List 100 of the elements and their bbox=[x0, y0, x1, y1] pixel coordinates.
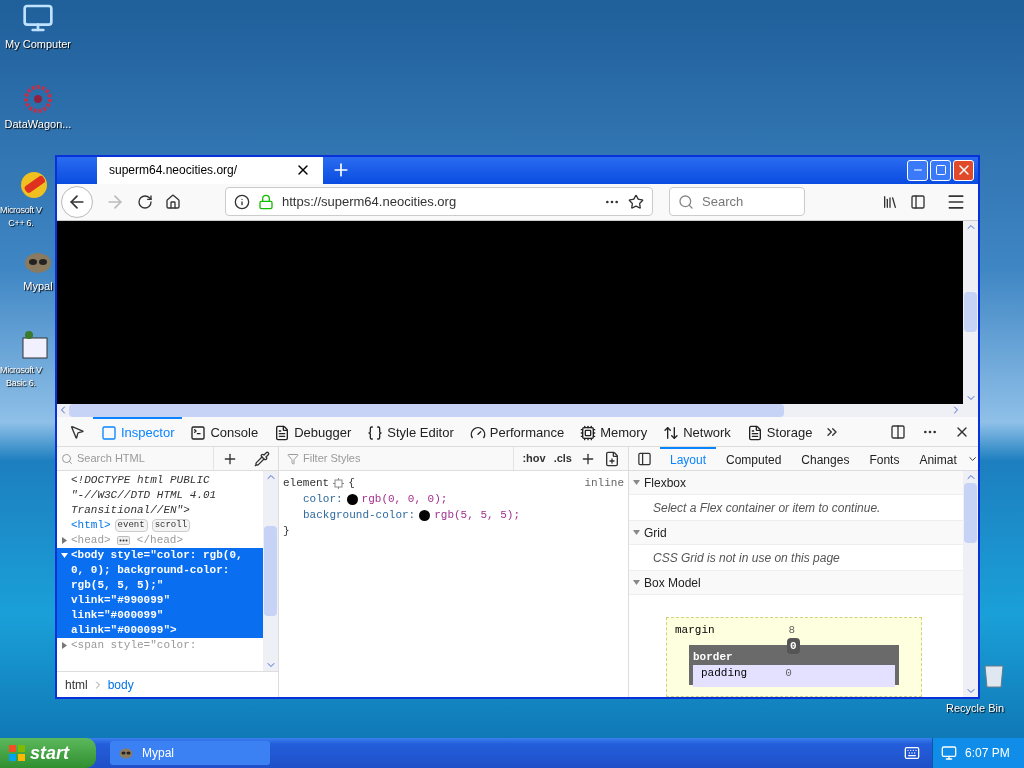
filter-icon bbox=[287, 452, 299, 465]
minimize-button[interactable] bbox=[907, 159, 928, 181]
element-picker-icon[interactable] bbox=[69, 423, 85, 440]
brace: } bbox=[283, 525, 290, 537]
search-icon bbox=[61, 452, 73, 465]
filter-styles-input[interactable]: Filter Styles bbox=[303, 450, 453, 467]
scrollbar-thumb[interactable] bbox=[964, 292, 977, 333]
css-value[interactable]: rgb(5, 5, 5); bbox=[434, 507, 521, 523]
lock-icon bbox=[258, 193, 274, 210]
markup-scrollbar[interactable] bbox=[263, 471, 278, 671]
padding-value: 0 bbox=[785, 666, 792, 681]
eyedropper-icon[interactable] bbox=[254, 450, 270, 467]
devtools-tab[interactable]: Console bbox=[182, 417, 267, 446]
color-swatch[interactable] bbox=[346, 493, 358, 505]
clock: 6:07 PM bbox=[965, 745, 1010, 762]
sidebar-tab[interactable]: Fonts bbox=[859, 447, 910, 470]
scrollbar-thumb[interactable] bbox=[264, 526, 277, 616]
flower-icon bbox=[23, 84, 53, 114]
tab-icon bbox=[580, 424, 597, 441]
search-icon bbox=[678, 193, 694, 210]
windows-logo-icon bbox=[8, 744, 26, 762]
breadcrumb[interactable]: body bbox=[107, 675, 134, 694]
cls-toggle[interactable]: .cls bbox=[553, 450, 572, 467]
expanded-triangle-icon[interactable] bbox=[60, 552, 68, 559]
sidebar-tab[interactable]: Animat bbox=[909, 447, 967, 470]
collapsed-triangle-icon[interactable] bbox=[60, 537, 68, 544]
document-icon[interactable] bbox=[604, 450, 620, 467]
collapsed-triangle-icon[interactable] bbox=[60, 642, 68, 649]
expanded-triangle-icon[interactable] bbox=[633, 579, 640, 586]
sidebar-scrollbar[interactable] bbox=[963, 471, 978, 697]
desktop-icon-label[interactable]: Mypal bbox=[23, 280, 53, 293]
tab-icon bbox=[469, 424, 486, 441]
desktop-icon-label[interactable]: Microsoft V C++ 6. bbox=[0, 204, 42, 230]
section-header[interactable]: Flexbox bbox=[629, 471, 963, 495]
address-bar[interactable]: https://superm64.neocities.org bbox=[225, 187, 653, 217]
sidebar-tab[interactable]: Changes bbox=[791, 447, 860, 470]
border-value: 0 bbox=[787, 637, 800, 654]
devtools-tab[interactable]: Style Editor bbox=[359, 417, 462, 446]
desktop-icon-label[interactable]: My Computer bbox=[5, 38, 71, 51]
breadcrumb[interactable]: html bbox=[65, 675, 88, 694]
maximize-icon bbox=[934, 164, 947, 177]
devtools-tab[interactable]: Storage bbox=[738, 417, 821, 446]
border-label: border bbox=[693, 650, 733, 663]
css-property[interactable]: background-color: bbox=[303, 507, 416, 523]
markup-node[interactable]: <html> bbox=[71, 518, 111, 533]
url-text: https://superm64.neocities.org bbox=[282, 193, 458, 212]
raccoon-icon bbox=[118, 746, 134, 760]
computer-icon bbox=[22, 2, 54, 34]
devtools-tab[interactable]: Performance bbox=[461, 417, 573, 446]
expanded-triangle-icon[interactable] bbox=[633, 529, 640, 536]
reload-icon[interactable] bbox=[137, 193, 153, 210]
maximize-button[interactable] bbox=[930, 159, 951, 181]
devtools-tab[interactable]: Debugger bbox=[266, 417, 360, 446]
info-icon[interactable] bbox=[234, 193, 250, 210]
css-value[interactable]: rgb(0, 0, 0); bbox=[361, 491, 448, 507]
keyboard-icon[interactable] bbox=[904, 745, 920, 761]
dock-icon[interactable] bbox=[890, 423, 906, 440]
rule-selector: element bbox=[283, 476, 330, 491]
tab-title: superm64.neocities.org/ bbox=[109, 162, 238, 180]
close-button[interactable] bbox=[953, 159, 974, 181]
event-badge[interactable]: event bbox=[114, 519, 148, 532]
taskbar-button[interactable]: Mypal bbox=[110, 741, 270, 765]
toggle-pane-icon[interactable] bbox=[637, 450, 652, 467]
brace: { bbox=[348, 476, 355, 491]
home-icon[interactable] bbox=[165, 193, 181, 210]
markup-node[interactable]: <body style="color: rgb(0, 0, 0); background-color: rgb(5, 5, 5);" vlink="#990099" link="#000099" alink="#000099"> bbox=[57, 548, 263, 638]
devtools-tab[interactable]: Memory bbox=[572, 417, 656, 446]
bookmark-star-icon[interactable] bbox=[628, 193, 644, 210]
hov-toggle[interactable]: :hov bbox=[522, 450, 546, 467]
event-badge[interactable]: scroll bbox=[151, 519, 191, 532]
search-input[interactable]: Search bbox=[702, 192, 792, 212]
section-message: Select a Flex container or item to continue. bbox=[653, 499, 881, 517]
scrollbar-thumb[interactable] bbox=[964, 483, 977, 543]
browser-tab[interactable]: superm64.neocities.org/ bbox=[97, 157, 323, 184]
padding-label: padding bbox=[701, 666, 748, 681]
desktop-icon-label[interactable]: DataWagon... bbox=[4, 118, 72, 131]
network-icon[interactable] bbox=[941, 745, 957, 761]
margin-value: 8 bbox=[788, 623, 796, 638]
doctype-node[interactable]: <!DOCTYPE html PUBLIC "-//W3C//DTD HTML 4.01 Transitional//EN"> bbox=[57, 473, 263, 518]
section-header[interactable]: Grid bbox=[629, 521, 963, 545]
vertical-scrollbar[interactable] bbox=[963, 220, 978, 404]
color-swatch[interactable] bbox=[419, 509, 431, 521]
recycle-bin-icon bbox=[982, 662, 1006, 688]
highlight-target-icon[interactable] bbox=[333, 477, 345, 489]
tab-icon bbox=[101, 424, 117, 441]
section-header[interactable]: Box Model bbox=[629, 571, 963, 595]
search-html-input[interactable]: Search HTML bbox=[77, 450, 187, 467]
tools-icon bbox=[18, 170, 50, 200]
back-button[interactable] bbox=[61, 185, 93, 218]
devtools-tab[interactable]: Network bbox=[655, 417, 739, 446]
search-field[interactable]: Search bbox=[669, 187, 805, 217]
css-property[interactable]: color: bbox=[303, 491, 343, 507]
sidebar-icon[interactable] bbox=[910, 193, 926, 210]
desktop-icon-label[interactable]: Recycle Bin bbox=[946, 702, 1005, 715]
sidebar-tab[interactable]: Computed bbox=[716, 447, 792, 470]
library-icon[interactable] bbox=[882, 193, 898, 210]
application-icon bbox=[19, 330, 49, 360]
expanded-triangle-icon[interactable] bbox=[633, 479, 640, 486]
margin-label: margin bbox=[675, 623, 715, 638]
ellipsis-badge-icon[interactable] bbox=[117, 535, 131, 545]
